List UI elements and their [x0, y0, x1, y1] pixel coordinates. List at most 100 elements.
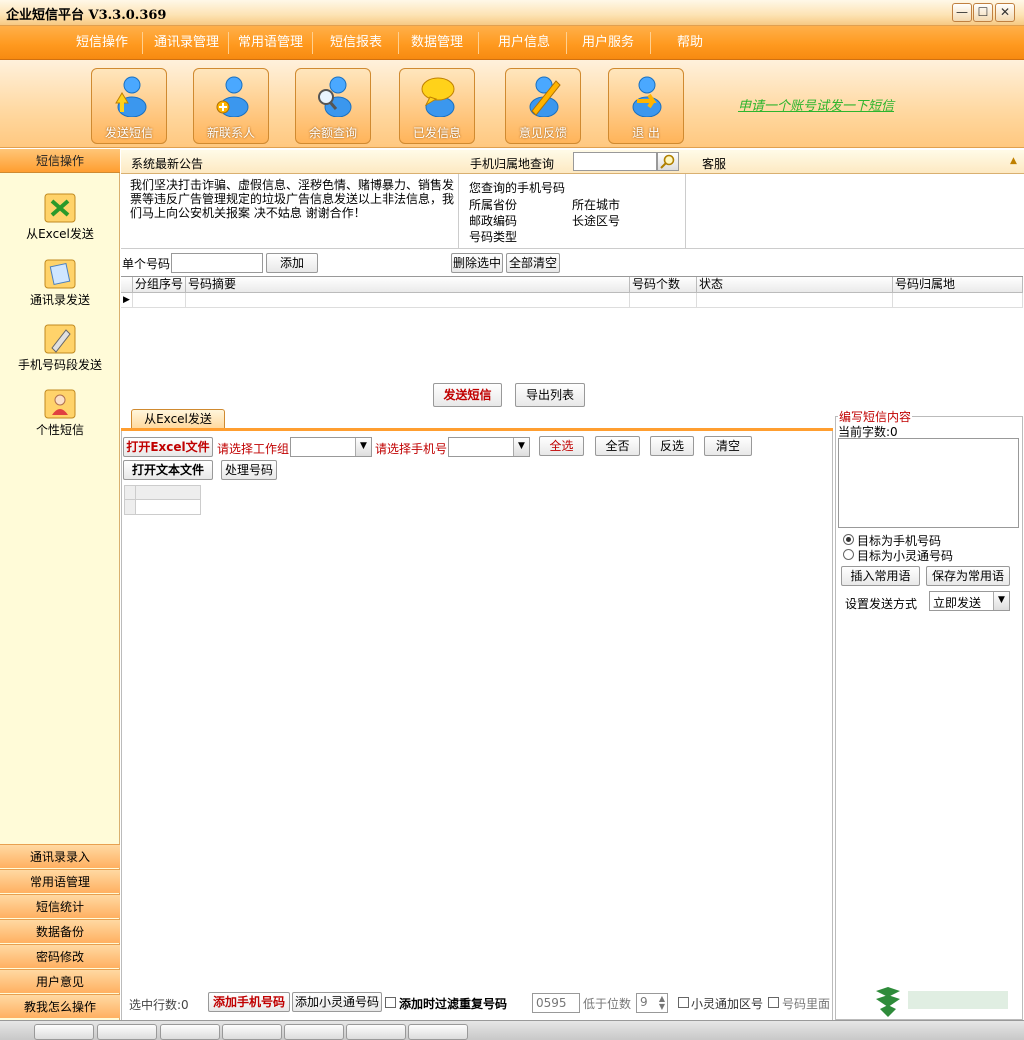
notice-title: 系统最新公告 — [131, 157, 204, 171]
group-select[interactable]: ▼ — [290, 437, 372, 457]
add-number-button[interactable]: 添加 — [266, 253, 318, 273]
area-prefix-input[interactable] — [532, 993, 580, 1013]
menu-contacts[interactable]: 通讯录管理 — [148, 33, 225, 53]
export-list-button[interactable]: 导出列表 — [515, 383, 585, 407]
process-numbers-button[interactable]: 处理号码 — [221, 460, 277, 480]
menu-user-info[interactable]: 用户信息 — [492, 33, 556, 53]
col-number-summary[interactable]: 号码摘要 — [186, 277, 630, 293]
area-code-label: 长途区号 — [572, 214, 621, 228]
taskbar-app[interactable] — [346, 1024, 406, 1040]
balance-query-button[interactable]: 余额查询 — [295, 68, 371, 144]
menu-reports[interactable]: 短信报表 — [324, 33, 388, 53]
taskbar-app[interactable] — [284, 1024, 344, 1040]
select-phone-label: 请选择手机号 — [375, 442, 448, 456]
col-number-count[interactable]: 号码个数 — [630, 277, 697, 293]
menu-separator — [650, 32, 651, 54]
tab-excel-send[interactable]: 从Excel发送 — [131, 409, 225, 429]
table-row[interactable] — [133, 293, 186, 308]
sidebar-nav-contacts-entry[interactable]: 通讯录录入 — [0, 844, 120, 868]
add-xlt-numbers-button[interactable]: 添加小灵通号码 — [292, 992, 382, 1012]
sidebar-nav-phrases[interactable]: 常用语管理 — [0, 869, 120, 893]
table-row[interactable] — [630, 293, 697, 308]
sidebar-item-contacts-send[interactable]: 通讯录发送 — [0, 259, 120, 321]
number-inside-label: 号码里面 — [782, 997, 831, 1011]
exit-button[interactable]: 退 出 — [608, 68, 684, 144]
trial-account-link[interactable]: 申请一个账号试发一下短信 — [738, 95, 894, 114]
taskbar-app[interactable] — [160, 1024, 220, 1040]
chevron-down-icon: ▼ — [355, 438, 371, 456]
number-inside-checkbox[interactable] — [768, 997, 779, 1008]
target-mobile-radio[interactable] — [843, 534, 854, 545]
delete-selected-button[interactable]: 删除选中 — [451, 253, 503, 273]
open-text-file-button[interactable]: 打开文本文件 — [123, 460, 213, 480]
sidebar-item-excel-send[interactable]: 从Excel发送 — [0, 193, 120, 255]
stepper-arrows-icon[interactable]: ▲ ▼ — [659, 995, 665, 1011]
invert-selection-button[interactable]: 反选 — [650, 436, 694, 456]
province-label: 所属省份 — [469, 198, 518, 212]
phone-lookup-search-button[interactable] — [657, 152, 679, 171]
send-mode-label: 设置发送方式 — [845, 597, 918, 611]
clear-selection-button[interactable]: 清空 — [704, 436, 752, 456]
col-location[interactable]: 号码归属地 — [893, 277, 1023, 293]
taskbar-app[interactable] — [222, 1024, 282, 1040]
menu-separator — [142, 32, 143, 54]
send-sms-action-button[interactable]: 发送短信 — [433, 383, 502, 407]
send-sms-button[interactable]: 发送短信 — [91, 68, 167, 144]
single-number-label: 单个号码 — [122, 257, 171, 271]
phone-lookup-input[interactable] — [573, 152, 657, 171]
menu-separator — [398, 32, 399, 54]
col-status[interactable]: 状态 — [697, 277, 893, 293]
sidebar-nav-sms-stats[interactable]: 短信统计 — [0, 894, 120, 918]
taskbar-app[interactable] — [408, 1024, 468, 1040]
sidebar-nav-user-feedback[interactable]: 用户意见 — [0, 969, 120, 993]
watermark-logo — [876, 987, 1008, 1017]
person-card-icon — [44, 389, 76, 419]
row-indicator-header — [121, 277, 133, 293]
feedback-button[interactable]: 意见反馈 — [505, 68, 581, 144]
taskbar-app[interactable] — [97, 1024, 157, 1040]
target-xlt-radio[interactable] — [843, 549, 854, 560]
person-pen-icon — [529, 76, 561, 117]
xlt-area-checkbox[interactable] — [678, 997, 689, 1008]
sms-content-textarea[interactable] — [838, 438, 1019, 528]
add-phone-numbers-button[interactable]: 添加手机号码 — [208, 992, 290, 1012]
maximize-button[interactable]: ☐ — [973, 3, 993, 22]
send-mode-select[interactable]: 立即发送 ▼ — [929, 591, 1010, 611]
new-contact-button[interactable]: 新联系人 — [193, 68, 269, 144]
insert-phrase-button[interactable]: 插入常用语 — [841, 566, 920, 586]
table-row[interactable] — [697, 293, 893, 308]
menu-phrases[interactable]: 常用语管理 — [232, 33, 309, 53]
menu-sms-ops[interactable]: 短信操作 — [70, 33, 134, 53]
close-button[interactable]: ✕ — [995, 3, 1015, 22]
single-number-input[interactable] — [171, 253, 263, 273]
save-phrase-button[interactable]: 保存为常用语 — [926, 566, 1010, 586]
sidebar-header[interactable]: 短信操作 — [0, 149, 120, 173]
menu-data[interactable]: 数据管理 — [405, 33, 469, 53]
taskbar — [0, 1020, 1024, 1040]
phone-column-select[interactable]: ▼ — [448, 437, 530, 457]
table-row[interactable] — [893, 293, 1023, 308]
select-all-button[interactable]: 全选 — [539, 436, 584, 456]
sent-messages-button[interactable]: 已发信息 — [399, 68, 475, 144]
sidebar-item-personal-sms[interactable]: 个性短信 — [0, 389, 120, 451]
sidebar-nav-tutorial[interactable]: 教我怎么操作 — [0, 994, 120, 1018]
filter-duplicates-checkbox[interactable] — [385, 997, 396, 1008]
open-excel-button[interactable]: 打开Excel文件 — [123, 437, 213, 457]
scroll-up-icon[interactable]: ▲ — [1010, 156, 1020, 166]
menu-separator — [312, 32, 313, 54]
sidebar-item-range-send[interactable]: 手机号码段发送 — [0, 324, 120, 386]
digits-stepper[interactable]: 9 ▲ ▼ — [636, 993, 668, 1013]
clear-all-button[interactable]: 全部清空 — [506, 253, 560, 273]
select-group-label: 请选择工作组 — [217, 442, 290, 456]
col-group-index[interactable]: 分组序号 — [133, 277, 186, 293]
select-none-button[interactable]: 全否 — [595, 436, 640, 456]
menu-user-service[interactable]: 用户服务 — [576, 33, 640, 53]
taskbar-app[interactable] — [34, 1024, 94, 1040]
phone-query-label: 您查询的手机号码 — [469, 181, 566, 195]
minimize-button[interactable]: — — [952, 3, 972, 22]
sidebar-nav-backup[interactable]: 数据备份 — [0, 919, 120, 943]
sidebar-nav-password[interactable]: 密码修改 — [0, 944, 120, 968]
table-row[interactable] — [186, 293, 630, 308]
menu-help[interactable]: 帮助 — [671, 33, 709, 53]
postcode-label: 邮政编码 — [469, 214, 518, 228]
